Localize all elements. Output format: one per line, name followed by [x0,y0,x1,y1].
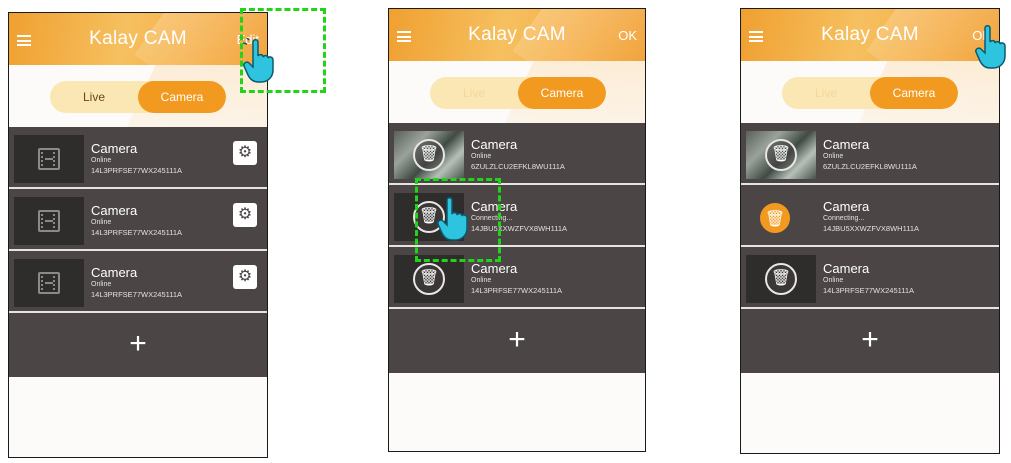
camera-row[interactable]: Camera Online 14L3PRFSE77WX245111A ⚙ [9,127,267,189]
camera-thumbnail: 🗑 [746,131,816,179]
gear-icon[interactable]: ⚙ [233,141,257,165]
camera-row[interactable]: 🗑 Camera Online 6ZULZLCU2EFKL8WU111A [389,123,645,185]
camera-status: Connecting... [823,215,865,222]
app-header: Kalay CAM Edit [9,13,267,65]
add-camera-button[interactable]: + [741,309,999,373]
trash-icon[interactable]: 🗑 [765,263,797,295]
camera-status: Online [823,277,844,284]
add-camera-button[interactable]: + [389,309,645,373]
camera-uid: 14L3PRFSE77WX245111A [91,228,183,237]
tab-live[interactable]: Live [782,77,870,109]
camera-status: Online [823,153,844,160]
camera-thumbnail: 🗑 [746,193,816,241]
app-header: Kalay CAM OK [389,9,645,61]
camera-row[interactable]: Camera Online 14L3PRFSE77WX245111A ⚙ [9,189,267,251]
ok-button[interactable]: OK [618,28,637,43]
camera-status: Online [471,153,492,160]
view-toggle[interactable]: Live Camera [430,77,606,109]
camera-uid: 14JBU5XXWZFVX8WH111A [823,224,920,233]
trash-icon[interactable]: 🗑 [413,263,445,295]
app-title: Kalay CAM [89,28,187,49]
film-icon [38,148,60,170]
camera-list: Camera Online 14L3PRFSE77WX245111A ⚙ Cam… [9,127,267,377]
camera-name: Camera [823,261,870,276]
camera-uid: 14L3PRFSE77WX245111A [91,290,183,299]
app-title: Kalay CAM [821,24,919,45]
camera-uid: 14L3PRFSE77WX245111A [91,166,183,175]
camera-thumbnail [14,135,84,183]
camera-thumbnail: 🗑 [394,255,464,303]
camera-uid: 6ZULZLCU2EFKL8WU111A [471,162,565,171]
camera-status: Online [471,277,492,284]
camera-thumbnail: 🗑 [746,255,816,303]
camera-thumbnail [14,197,84,245]
camera-name: Camera [91,141,138,156]
camera-uid: 14L3PRFSE77WX245111A [471,286,563,295]
tab-live[interactable]: Live [50,81,138,113]
add-camera-button[interactable]: + [9,313,267,377]
camera-status: Online [91,219,112,226]
camera-status: Online [91,157,112,164]
trash-icon[interactable]: 🗑 [765,139,797,171]
tab-camera[interactable]: Camera [138,81,226,113]
camera-name: Camera [471,261,518,276]
camera-thumbnail: 🗑 [394,131,464,179]
tab-camera[interactable]: Camera [518,77,606,109]
phone-screen-1: Kalay CAM Edit Live Camera Camera Online… [8,12,268,458]
pointing-hand-icon [975,25,1006,69]
camera-name: Camera [471,137,518,152]
phone-screen-3: Kalay CAM OK Live Camera 🗑 Camera Online… [740,8,1000,454]
camera-thumbnail [14,259,84,307]
film-icon [38,210,60,232]
gear-icon[interactable]: ⚙ [233,203,257,227]
camera-name: Camera [91,265,138,280]
view-toggle[interactable]: Live Camera [782,77,958,109]
view-toggle[interactable]: Live Camera [50,81,226,113]
camera-row[interactable]: 🗑 Camera Online 14L3PRFSE77WX245111A [741,247,999,309]
camera-name: Camera [823,199,870,214]
tab-live[interactable]: Live [430,77,518,109]
camera-name: Camera [91,203,138,218]
camera-status: Online [91,281,112,288]
camera-row[interactable]: 🗑 Camera Connecting... 14JBU5XXWZFVX8WH1… [741,185,999,247]
camera-uid: 14L3PRFSE77WX245111A [823,286,915,295]
trash-icon[interactable]: 🗑 [760,203,790,233]
app-title: Kalay CAM [468,24,566,45]
gear-icon[interactable]: ⚙ [233,265,257,289]
camera-list: 🗑 Camera Online 6ZULZLCU2EFKL8WU111A 🗑 C… [741,123,999,373]
app-header: Kalay CAM OK [741,9,999,61]
camera-name: Camera [823,137,870,152]
trash-icon[interactable]: 🗑 [413,139,445,171]
camera-row[interactable]: Camera Online 14L3PRFSE77WX245111A ⚙ [9,251,267,313]
pointing-hand-icon [437,197,468,241]
camera-uid: 6ZULZLCU2EFKL8WU111A [823,162,917,171]
tab-camera[interactable]: Camera [870,77,958,109]
film-icon [38,272,60,294]
pointing-hand-icon [243,38,274,83]
camera-row[interactable]: 🗑 Camera Online 6ZULZLCU2EFKL8WU111A [741,123,999,185]
